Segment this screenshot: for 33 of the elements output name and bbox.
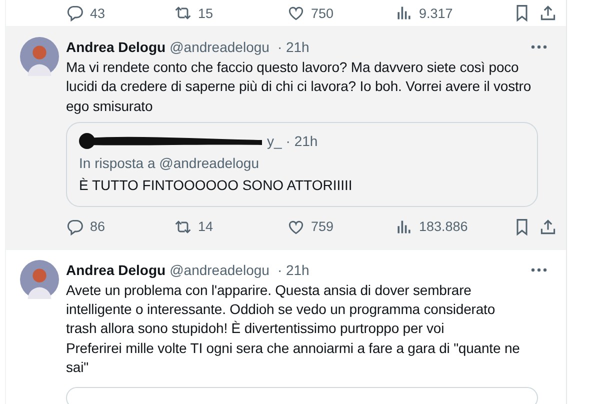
author-name[interactable]: Andrea Delogu bbox=[66, 39, 166, 55]
heart-icon[interactable] bbox=[287, 4, 305, 22]
quoted-time: · 21h bbox=[286, 132, 318, 149]
action-count: 43 bbox=[90, 6, 106, 20]
action-count: 759 bbox=[311, 219, 334, 234]
avatar[interactable] bbox=[20, 260, 59, 299]
more-icon[interactable] bbox=[531, 45, 547, 49]
reply-icon[interactable] bbox=[66, 4, 84, 22]
post-time[interactable]: · 21h bbox=[277, 262, 310, 278]
action-count: 86 bbox=[90, 219, 106, 234]
action-count: 15 bbox=[198, 6, 214, 20]
share-icon[interactable] bbox=[539, 218, 557, 236]
tweet-text: Ma vi rendete conto che faccio questo lavoro? Ma davvero siete così poco lucidi da credere di saperne più di chi ci lavora? Io boh. Vorrei avere il vostro ego smisurato bbox=[66, 58, 532, 116]
author-name[interactable]: Andrea Delogu bbox=[66, 262, 166, 278]
more-icon[interactable] bbox=[531, 268, 547, 272]
author-handle[interactable]: @andreadelogu bbox=[170, 262, 270, 278]
reply-context: In risposta a @andreadelogu bbox=[79, 154, 260, 173]
quoted-text: È TUTTO FINTOOOOOO SONO ATTORIIIII bbox=[79, 176, 354, 195]
post-time[interactable]: · 21h bbox=[277, 39, 310, 55]
quoted-tweet[interactable]: y_ · 21h In risposta a @andreadelogu È TUTTO FINTOOOOOO SONO ATTORIIIII bbox=[66, 122, 538, 207]
action-count: 14 bbox=[198, 219, 214, 234]
share-icon[interactable] bbox=[539, 4, 557, 22]
tweet-text: Avete un problema con l'apparire. Questa ansia di dover sembrare intelligente o interessante. Oddioh se vedo un programma considerato trash allora sono stupidoh! È divertentissimo purtroppo per voi Preferirei mille volte TI ogni sera che annoiarmi a fare a gara di "quante ne sai" bbox=[66, 280, 521, 378]
author-handle[interactable]: @andreadelogu bbox=[170, 39, 270, 55]
action-count: 750 bbox=[311, 6, 334, 20]
bar-chart-icon[interactable] bbox=[395, 4, 413, 22]
action-count: 183.886 bbox=[419, 219, 468, 234]
bar-chart-icon[interactable] bbox=[395, 218, 413, 236]
action-count: 9.317 bbox=[419, 6, 453, 20]
quoted-handle: y_ bbox=[267, 132, 282, 149]
avatar[interactable] bbox=[20, 37, 59, 76]
retweet-icon[interactable] bbox=[174, 4, 192, 22]
reply-icon[interactable] bbox=[66, 218, 84, 236]
